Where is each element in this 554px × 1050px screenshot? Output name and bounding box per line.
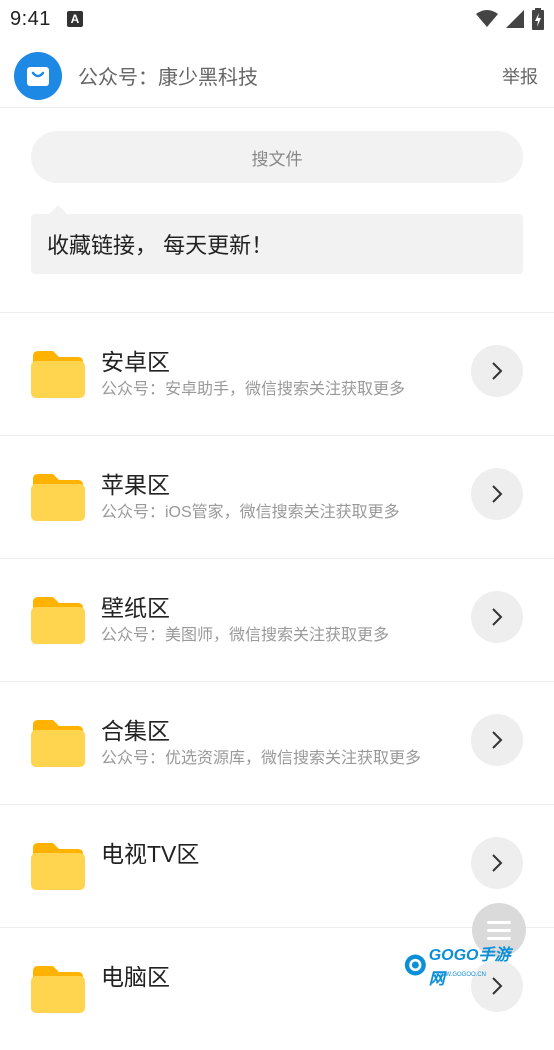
chevron-right-button[interactable] <box>471 837 523 889</box>
chevron-right-button[interactable] <box>471 714 523 766</box>
chevron-right-icon <box>492 362 503 380</box>
chevron-right-icon <box>492 608 503 626</box>
chevron-right-button[interactable] <box>471 591 523 643</box>
signal-icon <box>506 10 524 28</box>
list-item[interactable]: 安卓区 公众号：安卓助手，微信搜索关注获取更多 <box>0 312 554 435</box>
page-title: 公众号：康少黑科技 <box>78 67 258 89</box>
list-item-subtitle: 公众号：iOS管家，微信搜索关注获取更多 <box>101 504 400 521</box>
search-button[interactable]: 搜文件 <box>31 131 523 183</box>
menu-icon <box>487 920 511 924</box>
app-header: 公众号：康少黑科技 举报 <box>0 44 554 108</box>
list-item[interactable]: 壁纸区 公众号：美图师，微信搜索关注获取更多 <box>0 558 554 681</box>
list-item-title: 苹果区 <box>101 472 170 498</box>
list-item[interactable]: 合集区 公众号：优选资源库，微信搜索关注获取更多 <box>0 681 554 804</box>
list-item-title: 壁纸区 <box>101 595 170 621</box>
list-item-subtitle: 公众号：优选资源库，微信搜索关注获取更多 <box>101 750 422 767</box>
list-item[interactable]: 苹果区 公众号：iOS管家，微信搜索关注获取更多 <box>0 435 554 558</box>
chevron-right-icon <box>492 731 503 749</box>
battery-icon <box>532 8 544 30</box>
wifi-icon <box>476 10 498 27</box>
status-bar: 9:41 A <box>0 0 554 38</box>
list-item-title: 电视TV区 <box>101 841 200 867</box>
watermark-url: WWW.GOGOO.CN <box>434 972 486 978</box>
watermark-logo: GOGO手游网 WWW.GOGOO.CN <box>404 947 514 988</box>
list-item[interactable]: 电视TV区 <box>0 804 554 927</box>
list-item-title: 安卓区 <box>101 349 170 375</box>
list-item-subtitle: 公众号：安卓助手，微信搜索关注获取更多 <box>101 381 406 398</box>
watermark-brand: GOGO手游网 <box>428 947 511 988</box>
menu-icon-line <box>487 928 511 932</box>
folder-list: 安卓区 公众号：安卓助手，微信搜索关注获取更多 苹果区 公众号：iOS管家，微信… <box>0 312 554 1050</box>
search-label: 搜文件 <box>251 149 303 169</box>
message-text: 收藏链接， 每天更新！ <box>47 233 274 258</box>
chevron-right-icon <box>492 485 503 503</box>
list-item-subtitle: 公众号：美图师，微信搜索关注获取更多 <box>101 627 390 644</box>
status-time: 9:41 <box>10 7 51 30</box>
shopping-bag-icon <box>27 66 49 86</box>
avatar[interactable] <box>14 51 62 100</box>
list-item-title: 合集区 <box>101 718 170 744</box>
report-button[interactable]: 举报 <box>502 63 538 89</box>
notification-icon: A <box>66 11 83 27</box>
folder-icon <box>31 597 85 644</box>
message-bubble: 收藏链接， 每天更新！ <box>31 205 523 274</box>
chevron-right-button[interactable] <box>471 468 523 520</box>
chevron-right-button[interactable] <box>471 345 523 397</box>
list-item-title: 电脑区 <box>101 964 170 990</box>
menu-icon-line <box>487 936 511 940</box>
chevron-right-icon <box>492 854 503 872</box>
watermark-circle-icon <box>404 954 426 976</box>
folder-icon <box>31 966 85 1013</box>
folder-icon <box>31 720 85 767</box>
folder-icon <box>31 351 85 398</box>
folder-icon <box>31 843 85 890</box>
folder-icon <box>31 474 85 521</box>
